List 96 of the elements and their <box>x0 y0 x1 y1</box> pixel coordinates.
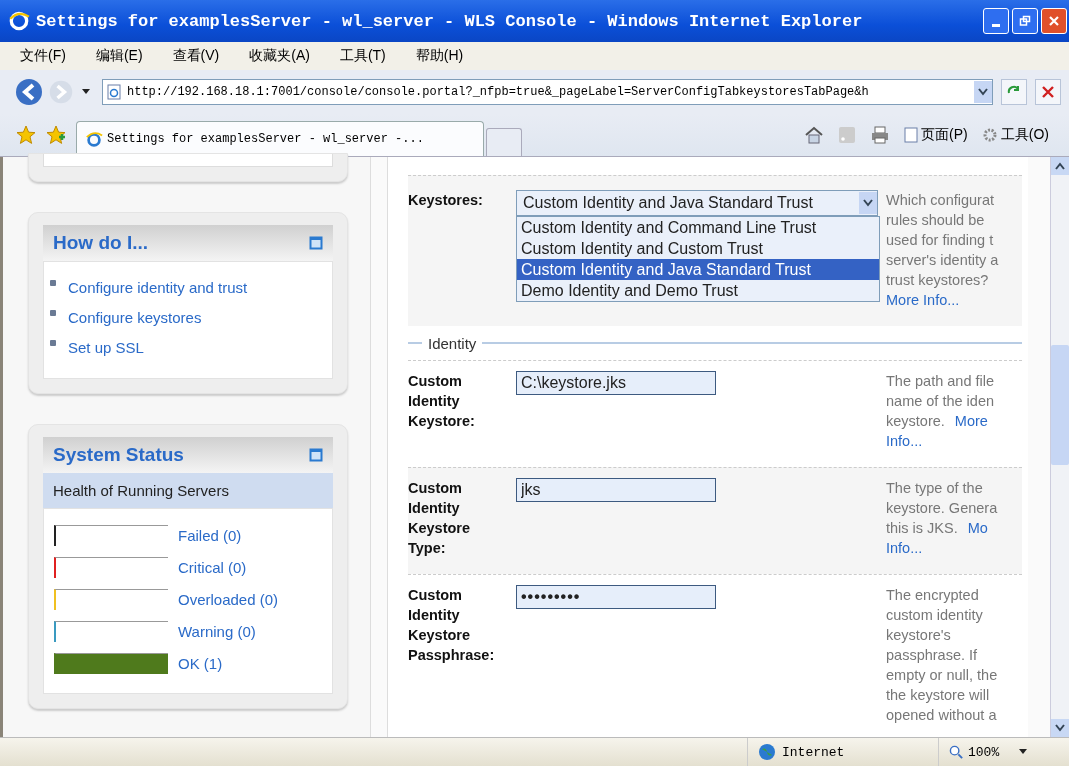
help-text: empty or null, the <box>886 666 998 685</box>
help-text: keystore. <box>886 412 945 431</box>
star-icon[interactable] <box>16 125 36 145</box>
panel-title: System Status <box>53 444 184 466</box>
menu-item[interactable]: 查看(V) <box>172 47 220 65</box>
window-icon[interactable] <box>309 448 323 462</box>
scrollbar-thumb[interactable] <box>1051 345 1069 465</box>
restore-button[interactable] <box>1012 8 1038 34</box>
help-text: trust keystores? <box>886 271 989 290</box>
chevron-down-icon <box>1055 724 1065 732</box>
menu-item[interactable]: 工具(T) <box>339 47 386 65</box>
help-text: The path and file <box>886 372 995 391</box>
dropdown-option[interactable]: Demo Identity and Demo Trust <box>517 280 879 301</box>
window-title: Settings for examplesServer - wl_server - WLS Console - Windows Internet Explorer <box>36 11 864 31</box>
panel-title: How do I... <box>53 232 148 254</box>
page-menu-button[interactable]: 页面(P) <box>904 126 968 144</box>
help-text: Which configurat <box>886 191 994 210</box>
browser-logo-icon <box>85 130 103 148</box>
help-link[interactable]: Configure keystores <box>68 308 202 326</box>
field-label: Keystores: <box>408 191 484 210</box>
field-label: Custom Identity Keystore Passphrase: <box>408 586 496 665</box>
more-info-link[interactable]: Info... <box>886 431 923 451</box>
security-zone: Internet <box>782 744 845 760</box>
add-favorite-icon[interactable] <box>46 125 66 145</box>
zoom-control[interactable]: 100% <box>938 738 1069 766</box>
printer-icon[interactable] <box>870 125 891 145</box>
status-link[interactable]: Overloaded (0) <box>178 590 279 608</box>
status-link[interactable]: OK (1) <box>178 654 223 672</box>
close-icon <box>1048 15 1060 27</box>
bullet-icon <box>50 310 56 316</box>
section-title: Identity <box>428 334 477 352</box>
more-info-link[interactable]: Info... <box>886 538 923 558</box>
more-info-link[interactable]: Mo <box>967 518 988 538</box>
field-label: Custom Identity Keystore Type: <box>408 479 472 558</box>
tools-menu-button[interactable]: 工具(O) <box>981 126 1049 144</box>
close-icon <box>1040 84 1056 100</box>
page-icon <box>107 84 121 100</box>
caret-icon <box>1019 749 1028 755</box>
keystores-dropdown[interactable]: Custom Identity and Java Standard Trust <box>516 190 878 216</box>
restore-icon <box>1019 15 1031 27</box>
menu-item[interactable]: 文件(F) <box>20 47 66 65</box>
menu-item[interactable]: 收藏夹(A) <box>249 47 310 65</box>
help-link[interactable]: Configure identity and trust <box>68 278 248 296</box>
help-link[interactable]: Set up SSL <box>68 338 144 356</box>
address-field[interactable]: http://192.168.18.1:7001/console/console.portal?_nfpb=true&_pageLabel=ServerConfigTabkeystoresTabPage&h <box>102 79 993 105</box>
globe-icon <box>758 743 776 761</box>
text-field[interactable]: ••••••••• <box>516 585 716 609</box>
help-text: keystore. Genera <box>886 499 998 518</box>
window-icon[interactable] <box>309 236 323 250</box>
help-text: keystore's <box>886 626 951 645</box>
status-link[interactable]: Failed (0) <box>178 526 242 544</box>
minimize-icon <box>992 23 1000 27</box>
dropdown-option[interactable]: Custom Identity and Custom Trust <box>517 238 879 259</box>
close-button[interactable] <box>1041 8 1067 34</box>
scrollbar[interactable] <box>1050 157 1069 737</box>
help-text: The encrypted <box>886 586 979 605</box>
help-text: The type of the <box>886 479 983 498</box>
help-text: the keystore will <box>886 686 990 705</box>
chevron-down-icon <box>978 88 988 96</box>
status-link[interactable]: Warning (0) <box>178 622 256 640</box>
status-link[interactable]: Critical (0) <box>178 558 247 576</box>
bullet-icon <box>50 280 56 286</box>
bullet-icon <box>50 340 56 346</box>
help-text: this is JKS. <box>886 519 958 538</box>
chevron-up-icon <box>1055 162 1065 170</box>
stop-button[interactable] <box>1035 79 1061 105</box>
browser-logo-icon <box>8 10 30 32</box>
text-field[interactable]: jks <box>516 478 716 502</box>
zoom-icon <box>949 744 964 760</box>
gear-icon <box>981 127 998 143</box>
new-tab-button[interactable] <box>486 128 522 156</box>
refresh-button[interactable] <box>1001 79 1027 105</box>
browser-tab[interactable]: Settings for examplesServer - wl_server -... <box>76 121 484 156</box>
more-info-link[interactable]: More <box>954 411 988 431</box>
chevron-down-icon <box>863 199 873 207</box>
dropdown-button[interactable] <box>974 81 992 103</box>
help-text: opened without a <box>886 706 997 725</box>
minimize-button[interactable] <box>983 8 1009 34</box>
text-field[interactable]: C:\keystore.jks <box>516 371 716 395</box>
help-text: used for finding t <box>886 231 994 250</box>
field-label: Custom Identity Keystore: <box>408 372 476 431</box>
panel-subtitle: Health of Running Servers <box>43 473 333 508</box>
menu-item[interactable]: 帮助(H) <box>415 47 464 65</box>
back-button[interactable] <box>14 77 44 107</box>
help-text: name of the iden <box>886 392 995 411</box>
help-text: passphrase. If <box>886 646 978 665</box>
help-text: rules should be <box>886 211 985 230</box>
more-info-link[interactable]: More Info... <box>886 290 960 310</box>
dropdown-option[interactable]: Custom Identity and Java Standard Trust <box>517 259 879 280</box>
dropdown-arrow-icon[interactable] <box>82 89 90 95</box>
page-icon <box>904 127 919 143</box>
menu-item[interactable]: 编辑(E) <box>95 47 143 65</box>
dropdown-option[interactable]: Custom Identity and Command Line Trust <box>517 217 879 238</box>
home-icon[interactable] <box>804 125 825 145</box>
help-text: server's identity a <box>886 251 999 270</box>
help-text: custom identity <box>886 606 983 625</box>
